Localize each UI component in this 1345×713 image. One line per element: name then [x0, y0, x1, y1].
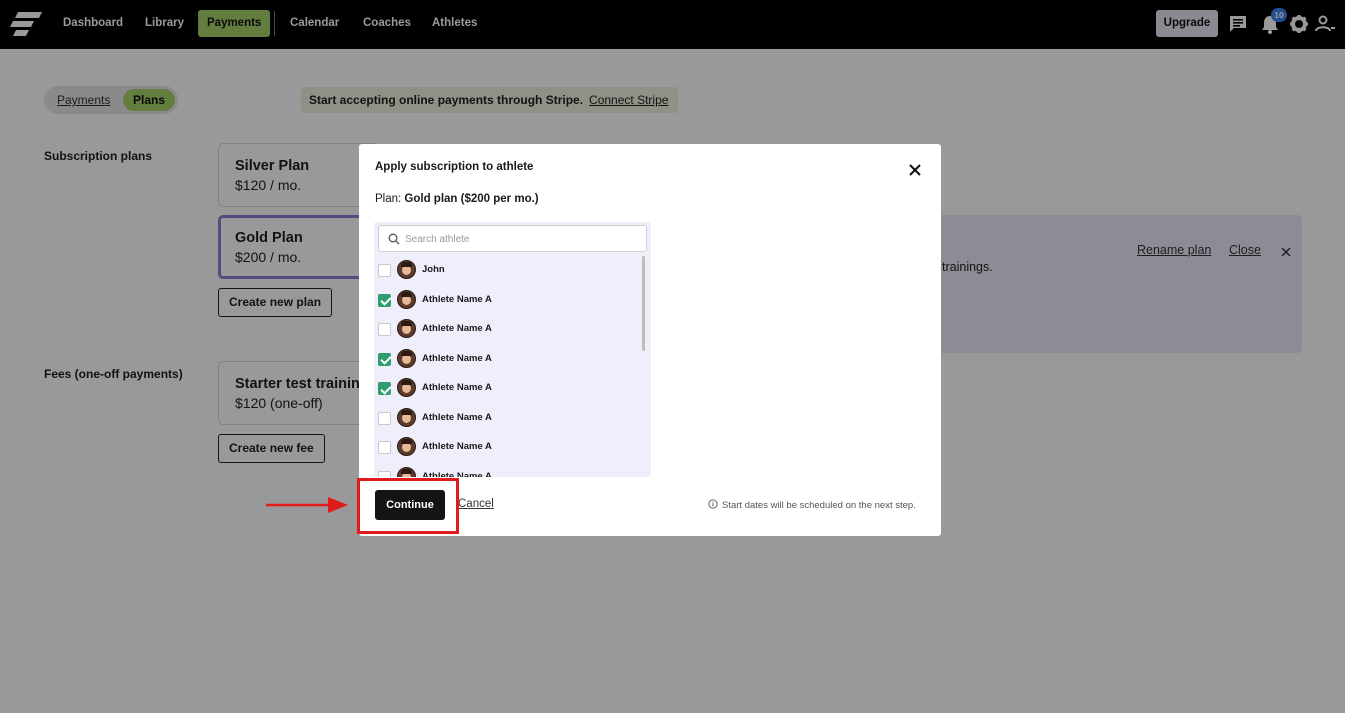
- avatar: [397, 260, 416, 279]
- athlete-row[interactable]: John: [374, 255, 639, 285]
- schedule-hint-text: Start dates will be scheduled on the nex…: [722, 500, 916, 511]
- annotation-highlight-box: [357, 478, 459, 534]
- avatar: [397, 289, 416, 309]
- athlete-name: Athlete Name A: [422, 411, 492, 423]
- athlete-row[interactable]: Athlete Name A: [374, 403, 639, 433]
- athlete-name: Athlete Name A: [422, 352, 492, 364]
- annotation-arrow-icon: [266, 497, 348, 513]
- athlete-name: Athlete Name A: [422, 470, 492, 478]
- athlete-name: Athlete Name A: [422, 293, 492, 305]
- close-icon[interactable]: [907, 162, 923, 178]
- avatar: [397, 437, 416, 456]
- avatar: [397, 466, 416, 477]
- info-icon: [708, 499, 718, 509]
- athlete-checkbox[interactable]: [378, 323, 391, 336]
- cancel-button[interactable]: Cancel: [458, 498, 494, 510]
- search-field: [378, 225, 647, 252]
- athlete-row[interactable]: Athlete Name A: [374, 432, 639, 462]
- athlete-checkbox[interactable]: [378, 441, 391, 454]
- schedule-hint: Start dates will be scheduled on the nex…: [708, 499, 916, 511]
- athlete-row[interactable]: Athlete Name A: [374, 344, 639, 374]
- athlete-checkbox[interactable]: [378, 293, 391, 307]
- avatar: [397, 407, 416, 427]
- athlete-checkbox[interactable]: [378, 470, 391, 477]
- athlete-checkbox[interactable]: [378, 352, 391, 366]
- athlete-name: Athlete Name A: [422, 323, 492, 334]
- athlete-row[interactable]: Athlete Name A: [374, 314, 639, 344]
- modal-plan-info: Plan: Gold plan ($200 per mo.): [375, 193, 539, 205]
- athlete-checkbox[interactable]: [378, 264, 391, 277]
- athlete-list: John Athlete Name A Athlete Name A Athlete …: [374, 222, 651, 477]
- athlete-row[interactable]: Athlete Name A: [374, 373, 639, 403]
- athlete-checkbox[interactable]: [378, 411, 391, 425]
- modal-title: Apply subscription to athlete: [375, 161, 534, 173]
- athlete-name: Athlete Name A: [422, 382, 492, 393]
- athlete-rows: John Athlete Name A Athlete Name A Athlete …: [374, 255, 639, 477]
- plan-prefix: Plan:: [375, 193, 402, 205]
- athlete-name: John: [422, 264, 445, 275]
- avatar: [397, 319, 416, 338]
- athlete-name: Athlete Name A: [422, 441, 492, 452]
- avatar: [397, 348, 416, 368]
- avatar: [397, 378, 416, 397]
- athlete-row[interactable]: Athlete Name A: [374, 285, 639, 315]
- athlete-row[interactable]: Athlete Name A: [374, 462, 639, 478]
- athlete-checkbox[interactable]: [378, 382, 391, 395]
- list-scrollbar[interactable]: [642, 256, 645, 351]
- search-icon: [388, 233, 400, 245]
- search-input[interactable]: [405, 230, 640, 248]
- plan-value: Gold plan ($200 per mo.): [404, 193, 539, 205]
